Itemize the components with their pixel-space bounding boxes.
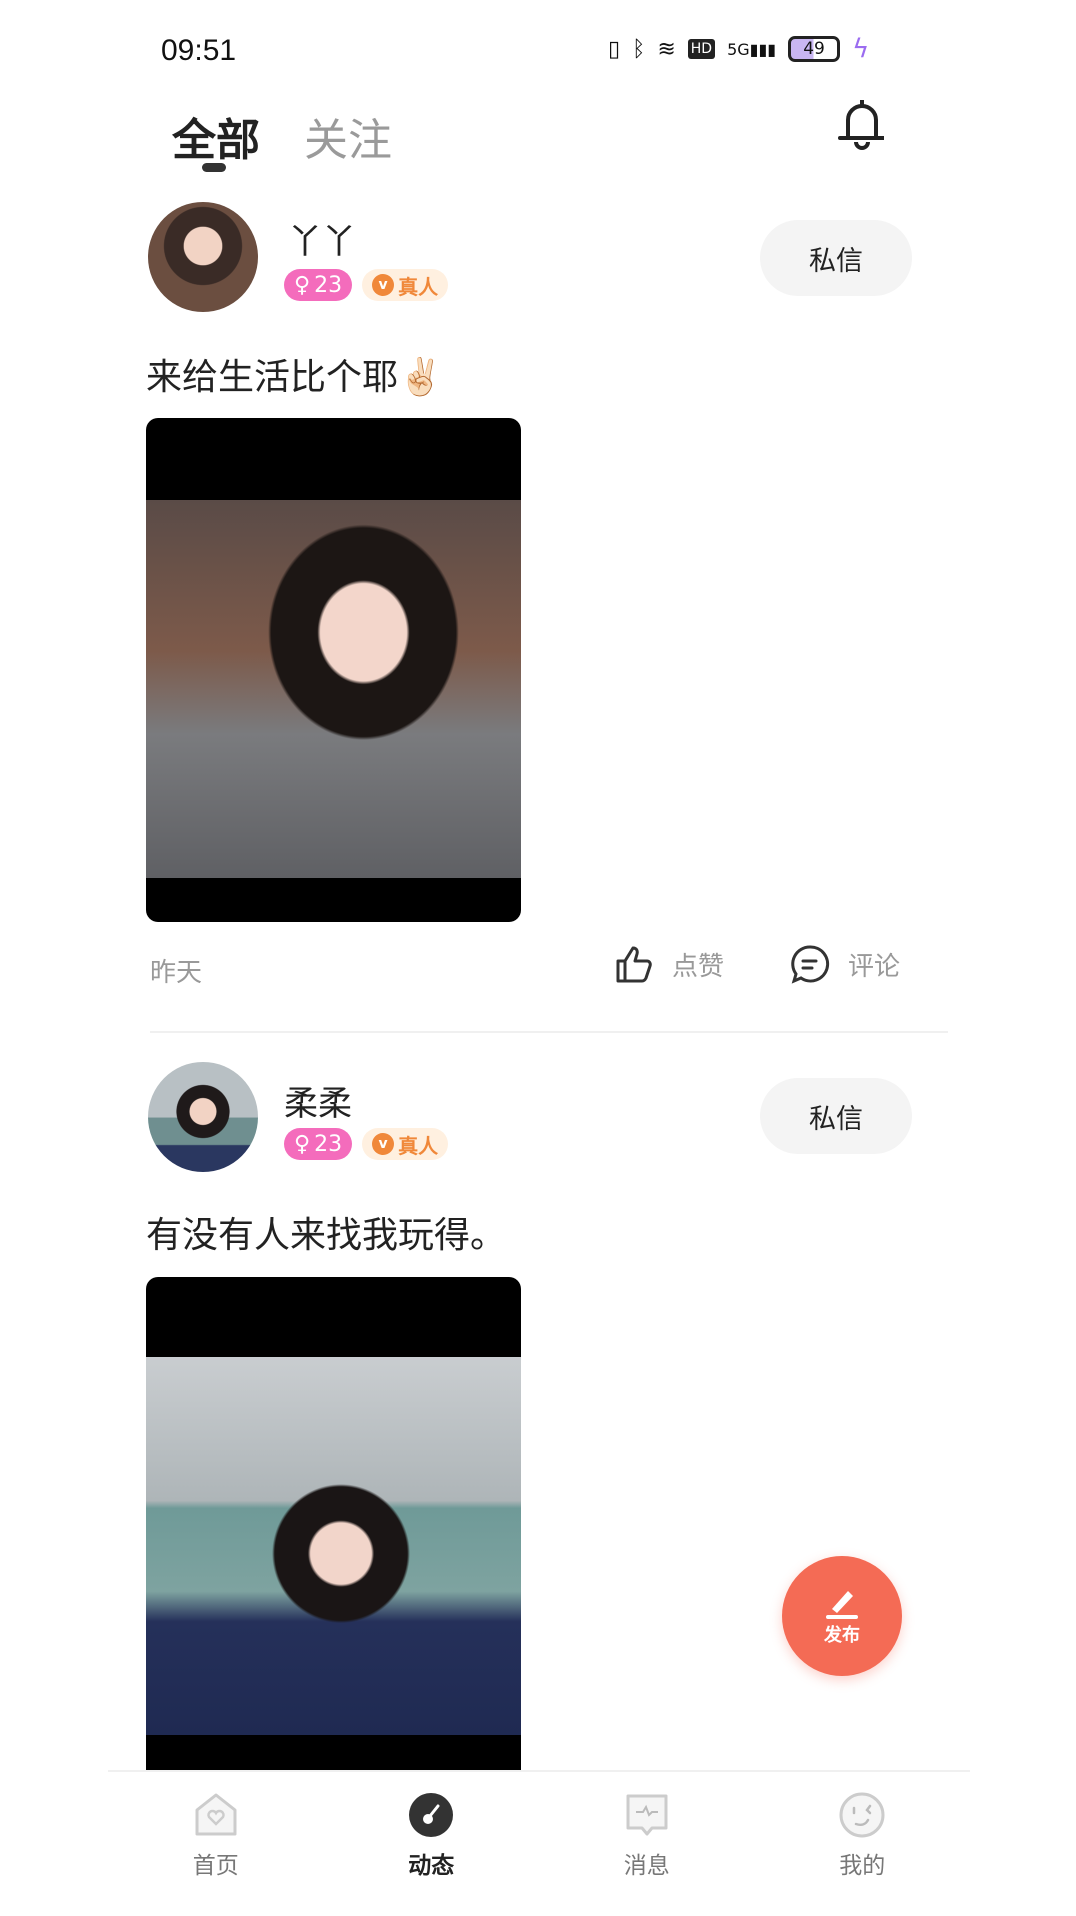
post-text: 来给生活比个耶✌🏻: [146, 357, 443, 398]
nav-label: 动态: [408, 1853, 455, 1879]
verified-label: 真人: [398, 274, 439, 299]
verified-badge: v 真人: [362, 1128, 449, 1160]
avatar[interactable]: [148, 1062, 258, 1172]
avatar[interactable]: [148, 202, 258, 312]
home-heart-icon: [195, 1793, 237, 1836]
feed-icon: [409, 1793, 454, 1837]
post-text: 有没有人来找我玩得。: [146, 1215, 507, 1256]
comment-button[interactable]: 评论: [790, 944, 900, 984]
message-button[interactable]: 私信: [760, 220, 912, 296]
username[interactable]: 柔柔: [284, 1076, 352, 1125]
nav-label: 首页: [192, 1853, 239, 1879]
age-badge: ♀ 23: [284, 269, 353, 301]
publish-button[interactable]: 发布: [782, 1556, 902, 1676]
status-time: 09:51: [161, 34, 237, 67]
profile-face-icon: [839, 1792, 885, 1838]
user-badges: ♀ 23 v 真人: [284, 269, 449, 301]
nav-label: 消息: [623, 1853, 670, 1879]
nav-home[interactable]: 首页: [108, 1772, 324, 1916]
age-value: 23: [314, 1131, 343, 1157]
post-divider: [150, 1031, 948, 1033]
wifi-icon: ≋: [657, 36, 676, 62]
hd-icon: HD: [687, 39, 716, 59]
bottom-nav: 首页 动态 消息 我的: [108, 1770, 970, 1916]
post-time: 昨天: [150, 958, 203, 988]
post-image[interactable]: [146, 418, 521, 922]
message-icon: [626, 1794, 668, 1836]
tab-following[interactable]: 关注: [304, 104, 392, 168]
like-button[interactable]: 点赞: [614, 944, 724, 984]
status-icons: ▯ ᛒ ≋ HD 5G▮▮▮ 49 ϟ: [608, 34, 869, 64]
tab-indicator: [202, 163, 226, 172]
vibrate-icon: ▯: [608, 36, 621, 62]
tab-all[interactable]: 全部: [172, 104, 260, 168]
charging-icon: ϟ: [852, 34, 870, 64]
female-icon: ♀: [294, 1131, 311, 1157]
user-badges: ♀ 23 v 真人: [284, 1128, 449, 1160]
nav-feed[interactable]: 动态: [324, 1772, 540, 1916]
nav-messages[interactable]: 消息: [539, 1772, 755, 1916]
pen-icon: [826, 1591, 858, 1619]
like-label: 点赞: [672, 951, 725, 982]
comment-label: 评论: [848, 951, 901, 982]
post-image[interactable]: [146, 1277, 521, 1770]
age-value: 23: [314, 272, 343, 298]
thumbs-up-icon: [616, 946, 652, 983]
verified-label: 真人: [398, 1133, 439, 1158]
bell-icon[interactable]: [834, 96, 890, 154]
verified-badge: v 真人: [362, 269, 449, 301]
publish-label: 发布: [824, 1625, 860, 1646]
nav-profile[interactable]: 我的: [755, 1772, 971, 1916]
age-badge: ♀ 23: [284, 1128, 353, 1160]
message-button[interactable]: 私信: [760, 1078, 912, 1154]
female-icon: ♀: [294, 272, 311, 298]
verified-icon: v: [372, 274, 395, 296]
nav-label: 我的: [839, 1853, 886, 1879]
bluetooth-icon: ᛒ: [632, 36, 646, 62]
5g-signal-icon: 5G▮▮▮: [727, 39, 777, 59]
username[interactable]: 丫丫: [288, 214, 356, 263]
comment-icon: [791, 945, 830, 984]
verified-icon: v: [372, 1133, 395, 1155]
battery-icon: 49: [788, 36, 841, 62]
